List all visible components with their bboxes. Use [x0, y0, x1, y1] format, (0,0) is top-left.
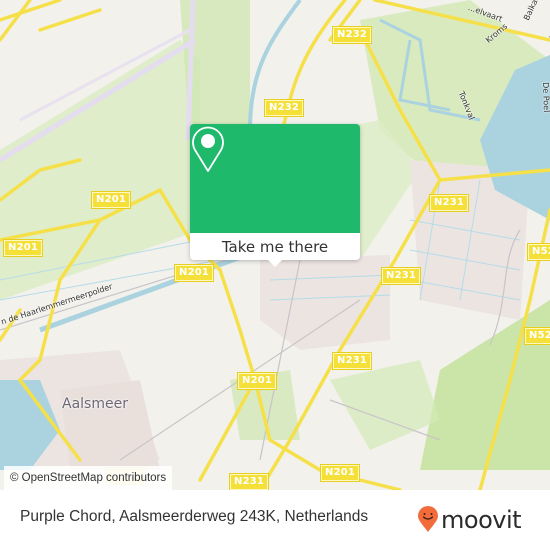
map-view[interactable]: N232 N232 N201 N201 N201 N201 N201 N231 …: [0, 0, 550, 490]
road-shield-n201: N201: [2, 239, 44, 257]
location-popup: Take me there: [190, 124, 360, 267]
road-shield-n521: N521: [523, 327, 550, 345]
road-shield-n201: N201: [90, 191, 132, 209]
street-label: De Poel: [541, 82, 550, 113]
road-shield-n232: N232: [331, 26, 373, 44]
road-shield-n201: N201: [319, 464, 361, 482]
road-shield-n231: N231: [380, 267, 422, 285]
attribution-text[interactable]: © OpenStreetMap contributors: [10, 466, 166, 490]
footer-bar: Purple Chord, Aalsmeerderweg 243K, Nethe…: [0, 490, 550, 550]
take-me-there-button[interactable]: Take me there: [190, 233, 360, 260]
road-shield-n201: N201: [173, 264, 215, 282]
map-pin-icon: [192, 126, 224, 172]
road-shield-n231: N231: [331, 352, 373, 370]
moovit-brand[interactable]: moovit: [418, 505, 522, 534]
moovit-wordmark: moovit: [441, 505, 522, 534]
popup-header: [190, 124, 360, 233]
address-text: Purple Chord, Aalsmeerderweg 243K, Nethe…: [20, 508, 369, 525]
map-attribution[interactable]: © OpenStreetMap contributors: [4, 466, 173, 490]
moovit-logo-icon: [418, 506, 438, 532]
road-shield-n521: N521: [526, 243, 550, 261]
road-shield-n232: N232: [263, 99, 305, 117]
road-shield-n231: N231: [228, 473, 270, 490]
place-label-aalsmeer: Aalsmeer: [62, 396, 128, 412]
road-shield-n231: N231: [428, 194, 470, 212]
popup-pointer: [268, 260, 282, 267]
road-shield-n201: N201: [236, 372, 278, 390]
